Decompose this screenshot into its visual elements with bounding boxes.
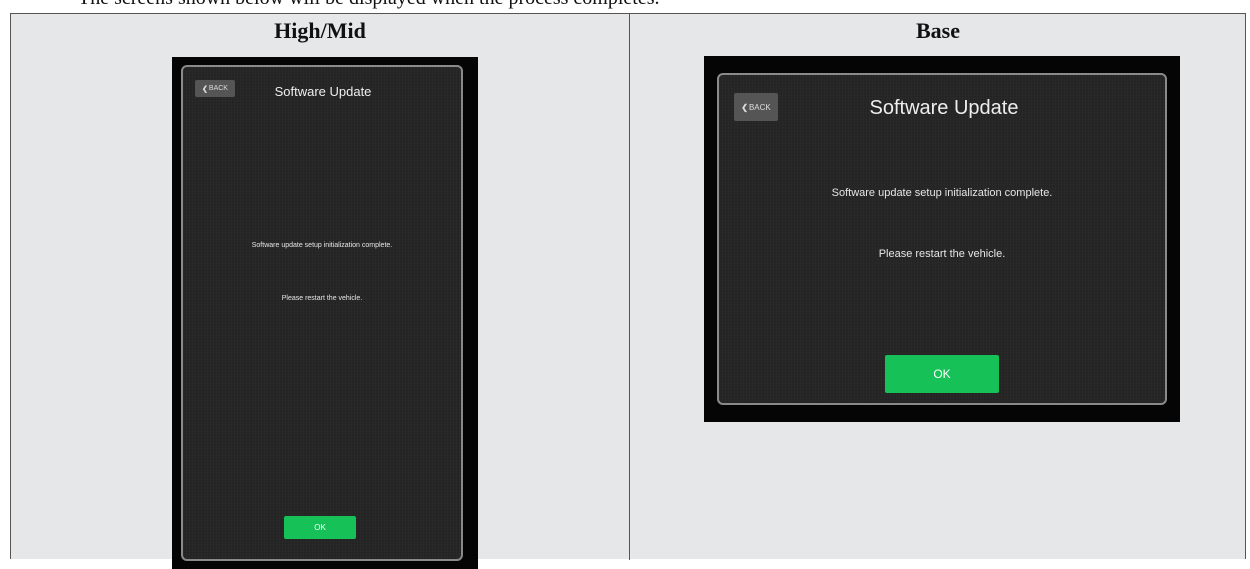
- back-button[interactable]: ❮ BACK: [734, 93, 778, 121]
- chevron-left-icon: ❮: [741, 102, 748, 112]
- base-software-update-screen: ❮ BACK Software Update Software update s…: [717, 73, 1167, 405]
- high-mid-software-update-screen: ❮ BACK Software Update Software update s…: [181, 65, 463, 561]
- column-header-high-mid: High/Mid: [274, 18, 366, 43]
- comparison-table: High/Mid Base ❮ BACK Software Update Sof…: [10, 13, 1246, 569]
- screen-title: Software Update: [869, 97, 1019, 119]
- restart-message: Please restart the vehicle.: [281, 295, 363, 302]
- completion-message: Software update setup initialization com…: [831, 187, 1053, 199]
- base-display-bezel: ❮ BACK Software Update Software update s…: [704, 56, 1180, 422]
- column-header-base: Base: [916, 18, 960, 43]
- back-button-label: BACK: [748, 102, 771, 112]
- intro-text: The screens shown below will be displaye…: [78, 0, 1078, 8]
- chevron-left-icon: ❮: [202, 85, 208, 93]
- column-divider: [629, 14, 630, 560]
- ok-button[interactable]: OK: [885, 355, 999, 393]
- restart-message: Please restart the vehicle.: [878, 248, 1006, 260]
- ok-button[interactable]: OK: [284, 516, 356, 539]
- completion-message: Software update setup initialization com…: [251, 242, 393, 249]
- back-button[interactable]: ❮ BACK: [195, 80, 235, 97]
- screen-title: Software Update: [274, 84, 372, 99]
- high-mid-display-bezel: ❮ BACK Software Update Software update s…: [172, 57, 478, 569]
- back-button-label: BACK: [208, 85, 228, 92]
